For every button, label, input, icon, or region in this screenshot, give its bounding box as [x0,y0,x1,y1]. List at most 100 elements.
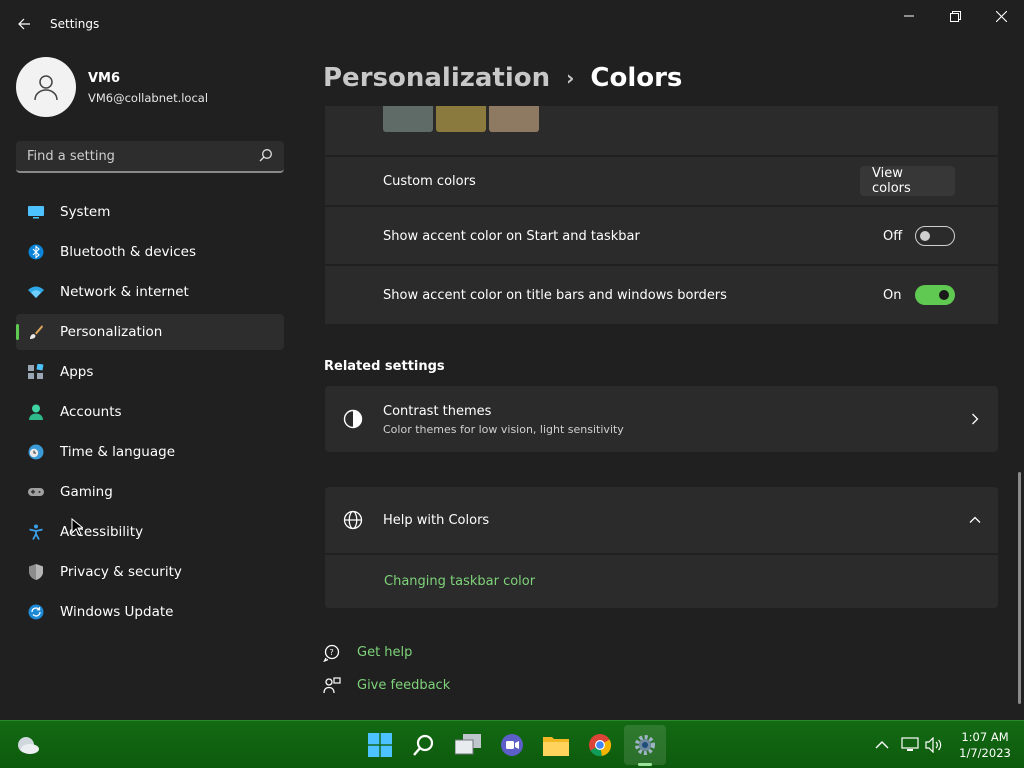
taskbar-clock[interactable]: 1:07 AM 1/7/2023 [950,729,1020,761]
custom-colors-label: Custom colors [383,174,476,189]
volume-tray-button[interactable] [920,731,948,759]
show-hidden-icons-button[interactable] [868,731,896,759]
restore-button[interactable] [932,0,978,32]
gamepad-icon [28,488,44,496]
task-view-icon [455,734,481,755]
mouse-cursor-icon [71,518,83,536]
close-icon [995,10,1007,22]
sidebar-item-label: Bluetooth & devices [60,244,197,260]
sidebar-item-apps[interactable]: Apps [16,354,284,390]
clock-globe-icon [28,444,44,460]
start-button[interactable] [366,731,394,759]
sidebar-item-label: Personalization [60,324,163,340]
accent-swatch[interactable] [383,106,433,132]
sidebar-nav: System Bluetooth & devices Network & int… [16,194,284,634]
file-explorer-icon [543,737,569,756]
sidebar-item-time-language[interactable]: Time & language [16,434,284,470]
feedback-icon [323,677,341,694]
accent-title-bars-toggle[interactable] [915,285,955,305]
sidebar-item-label: Windows Update [60,604,174,620]
get-help-link[interactable]: Get help [357,645,412,660]
clock-time: 1:07 AM [961,730,1009,744]
sidebar-item-label: Apps [60,364,94,380]
clock-date: 1/7/2023 [959,746,1011,760]
contrast-icon [343,409,363,429]
sidebar-item-label: Accounts [60,404,122,420]
chevron-right-icon [972,413,979,425]
taskbar-search-button[interactable] [410,731,438,759]
close-button[interactable] [978,0,1024,32]
sidebar-item-privacy-security[interactable]: Privacy & security [16,554,284,590]
help-with-colors-body: Changing taskbar color [325,555,998,608]
taskbar: 1:07 AM 1/7/2023 [0,720,1024,768]
search-icon [413,734,434,756]
sidebar-item-windows-update[interactable]: Windows Update [16,594,284,630]
shield-icon [29,564,43,580]
task-view-button[interactable] [454,731,482,759]
svg-text:?: ? [330,648,334,657]
user-profile[interactable]: VM6 VM6@collabnet.local [16,57,286,117]
scrollbar[interactable] [1018,472,1021,704]
get-help-icon: ? [323,644,340,662]
accent-start-taskbar-row: Show accent color on Start and taskbar O… [325,207,998,264]
related-settings-heading: Related settings [324,359,445,374]
weather-widget[interactable] [14,731,42,759]
accent-swatch[interactable] [436,106,486,132]
search-icon[interactable] [258,148,274,164]
user-name: VM6 [88,71,121,86]
accent-title-bars-row: Show accent color on title bars and wind… [325,266,998,324]
breadcrumb-parent[interactable]: Personalization [323,63,550,93]
search-input[interactable] [16,141,256,171]
chat-icon [501,734,523,756]
sidebar-item-label: Network & internet [60,284,189,300]
accessibility-icon [29,524,43,540]
breadcrumb-separator: › [566,66,575,90]
sidebar-item-network[interactable]: Network & internet [16,274,284,310]
person-icon [29,404,43,420]
sidebar-item-system[interactable]: System [16,194,284,230]
sidebar-item-label: Gaming [60,484,113,500]
settings-app-button[interactable] [631,731,659,759]
toggle-knob [939,290,949,300]
help-with-colors-header[interactable]: Help with Colors [325,487,998,553]
chevron-up-icon [875,741,889,749]
back-button[interactable] [10,10,38,38]
active-app-indicator [638,763,652,766]
contrast-themes-subtitle: Color themes for low vision, light sensi… [383,423,624,436]
user-email: VM6@collabnet.local [88,91,209,105]
avatar [16,57,76,117]
breadcrumb: Personalization › Colors [323,58,682,98]
view-colors-button[interactable]: View colors [860,166,955,196]
minimize-button[interactable] [886,0,932,32]
wifi-icon [28,286,44,298]
page-title: Colors [590,63,683,93]
file-explorer-button[interactable] [542,731,570,759]
toggle-state-text: On [883,288,902,303]
accent-swatches-card [325,106,998,155]
sidebar-item-accounts[interactable]: Accounts [16,394,284,430]
chrome-button[interactable] [586,731,614,759]
globe-icon [343,510,363,530]
sidebar-item-gaming[interactable]: Gaming [16,474,284,510]
accent-start-taskbar-toggle[interactable] [915,226,955,246]
contrast-themes-title: Contrast themes [383,404,492,419]
search-box[interactable] [16,141,284,173]
accent-start-taskbar-label: Show accent color on Start and taskbar [383,229,640,244]
sidebar-item-bluetooth[interactable]: Bluetooth & devices [16,234,284,270]
minimize-icon [904,15,914,17]
chevron-up-icon [969,516,981,523]
chat-button[interactable] [498,731,526,759]
sidebar-item-accessibility[interactable]: Accessibility [16,514,284,550]
app-title: Settings [50,17,100,31]
changing-taskbar-color-link[interactable]: Changing taskbar color [384,574,535,589]
accent-swatch[interactable] [489,106,539,132]
give-feedback-link[interactable]: Give feedback [357,678,450,693]
person-icon [34,75,58,101]
contrast-themes-card[interactable]: Contrast themes Color themes for low vis… [325,386,998,452]
bluetooth-icon [28,244,44,260]
paintbrush-icon [30,325,43,339]
back-arrow-icon [18,18,30,30]
sidebar-item-personalization[interactable]: Personalization [16,314,284,350]
sidebar-item-label: System [60,204,111,220]
apps-icon [28,364,44,379]
